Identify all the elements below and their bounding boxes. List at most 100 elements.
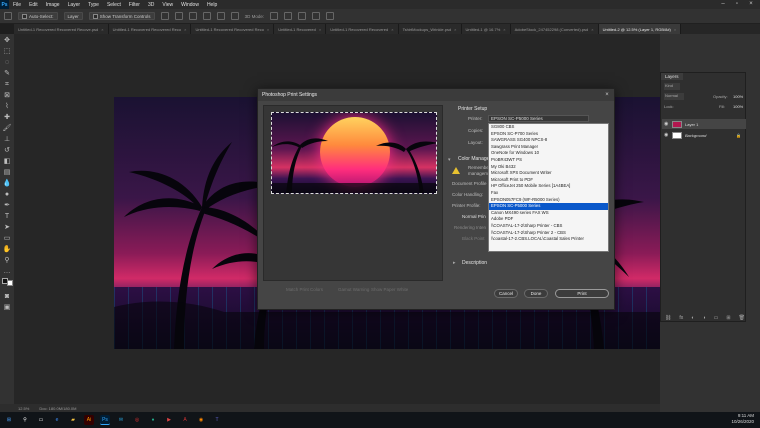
close-icon[interactable]: × — [319, 27, 321, 32]
chrome-icon[interactable]: ◎ — [132, 415, 142, 425]
window-close-icon[interactable]: × — [744, 0, 758, 9]
align-left-icon[interactable] — [160, 12, 169, 20]
printer-option[interactable]: HP OfficeJet 250 Mobile Series [1A4BEA] — [489, 183, 608, 190]
blend-mode-dropdown[interactable]: Normal — [664, 93, 684, 100]
media-icon[interactable]: ▶ — [164, 415, 174, 425]
path-selection-tool-icon[interactable]: ➤ — [2, 223, 12, 232]
illustrator-icon[interactable]: Ai — [84, 415, 94, 425]
doc-tab[interactable]: TshirtMockups_Wrinkle.psd × — [398, 24, 462, 34]
move-tool-icon[interactable]: ✥ — [2, 36, 12, 45]
printer-option[interactable]: \\coastal-17-2.CBS.LOCAL\Coastal Sales P… — [489, 236, 608, 243]
doc-tab[interactable]: Untitled-1 @ 16.7% × — [461, 24, 511, 34]
eyedropper-tool-icon[interactable]: ⌇ — [2, 102, 12, 111]
collapse-chevron-icon[interactable]: ▾ — [448, 157, 451, 163]
eraser-tool-icon[interactable]: ◧ — [2, 157, 12, 166]
3d-rotate-icon[interactable] — [270, 12, 279, 20]
layer-row[interactable]: ◉ Background 🔒 — [662, 130, 746, 140]
align-top-icon[interactable] — [202, 12, 211, 20]
close-icon[interactable]: × — [503, 27, 505, 32]
acrobat-icon[interactable]: A — [180, 415, 190, 425]
color-swatches[interactable] — [1, 278, 13, 290]
doc-tab[interactable]: Untitled-1 Recovered Recovered Recove.ps… — [14, 24, 109, 34]
maximize-icon[interactable]: ▫ — [730, 0, 744, 9]
menu-view[interactable]: View — [158, 2, 177, 8]
printer-option[interactable]: Microsoft Print to PDF — [489, 177, 608, 184]
shape-tool-icon[interactable]: ▭ — [2, 234, 12, 243]
dialog-close-icon[interactable]: × — [602, 89, 612, 101]
quick-select-tool-icon[interactable]: ✎ — [2, 69, 12, 78]
printer-select[interactable]: EPSON SC-P5000 Series — [488, 115, 589, 122]
visibility-eye-icon[interactable]: ◉ — [664, 132, 669, 138]
photoshop-icon[interactable]: Ps — [100, 415, 110, 425]
doc-size[interactable]: Doc: 180.0M/180.0M — [39, 406, 76, 411]
printer-option[interactable]: Fax — [489, 190, 608, 197]
printer-option[interactable]: EPSON057FC9 (WF-R5000 Series) — [489, 197, 608, 204]
3d-roll-icon[interactable] — [284, 12, 293, 20]
menu-file[interactable]: File — [9, 2, 25, 8]
close-icon[interactable]: × — [267, 27, 269, 32]
add-mask-icon[interactable]: ◐ — [691, 315, 694, 321]
close-icon[interactable]: × — [591, 27, 593, 32]
doc-tab-active[interactable]: Untitled-2 @ 12.5% (Layer 1, RGB/8#) × — [598, 24, 682, 34]
printer-option[interactable]: OneNote for Windows 10 — [489, 150, 608, 157]
printer-option[interactable]: EPSON SC-P700 Series — [489, 131, 608, 138]
layers-tab[interactable]: Layers — [661, 73, 683, 80]
match-print-colors-checkbox[interactable]: Match Print Colors — [286, 287, 323, 295]
align-right-icon[interactable] — [188, 12, 197, 20]
doc-tab[interactable]: AdobeStock_247452298 (Converted).psd × — [510, 24, 599, 34]
close-icon[interactable]: × — [184, 27, 186, 32]
show-paper-white-checkbox[interactable]: Show Paper White — [371, 287, 408, 295]
minimize-icon[interactable]: – — [716, 0, 730, 9]
teams-icon[interactable]: T — [212, 415, 222, 425]
printer-option[interactable]: SG800 CBS — [489, 124, 608, 131]
background-color-swatch[interactable] — [6, 280, 13, 286]
mail-icon[interactable]: ✉ — [116, 415, 126, 425]
align-middle-icon[interactable] — [216, 12, 225, 20]
close-icon[interactable]: × — [674, 27, 676, 32]
marquee-tool-icon[interactable]: ⬚ — [2, 47, 12, 56]
type-tool-icon[interactable]: T — [2, 212, 12, 221]
history-brush-tool-icon[interactable]: ↺ — [2, 146, 12, 155]
pen-tool-icon[interactable]: ✒ — [2, 201, 12, 210]
frame-tool-icon[interactable]: ⊠ — [2, 91, 12, 100]
windows-start-icon[interactable]: ⊞ — [4, 415, 14, 425]
done-button[interactable]: Done — [524, 289, 548, 298]
menu-layer[interactable]: Layer — [64, 2, 85, 8]
visibility-eye-icon[interactable]: ◉ — [664, 121, 669, 127]
menu-help[interactable]: Help — [203, 2, 221, 8]
search-icon[interactable]: ⚲ — [20, 415, 30, 425]
3d-pan-icon[interactable] — [298, 12, 307, 20]
cancel-button[interactable]: Cancel — [494, 289, 518, 298]
printer-option[interactable]: My Oki B432 — [489, 164, 608, 171]
dodge-tool-icon[interactable]: ● — [2, 190, 12, 199]
clone-stamp-tool-icon[interactable]: ⊥ — [2, 135, 12, 144]
printer-option[interactable]: Adobe PDF — [489, 216, 608, 223]
menu-filter[interactable]: Filter — [125, 2, 144, 8]
close-icon[interactable]: × — [391, 27, 393, 32]
printer-option[interactable]: Sawgrass Print Manager — [489, 144, 608, 151]
menu-3d[interactable]: 3D — [144, 2, 158, 8]
screen-mode-icon[interactable]: ▣ — [2, 303, 12, 312]
printer-option[interactable]: Microsoft XPS Document Writer — [489, 170, 608, 177]
auto-select-target-dropdown[interactable]: Layer — [63, 12, 83, 20]
new-group-icon[interactable]: ▭ — [714, 315, 719, 321]
task-view-icon[interactable]: ▭ — [36, 415, 46, 425]
gradient-tool-icon[interactable]: ▤ — [2, 168, 12, 177]
photoshop-logo-icon[interactable]: Ps — [0, 0, 9, 9]
menu-window[interactable]: Window — [177, 2, 203, 8]
close-icon[interactable]: × — [454, 27, 456, 32]
adjustment-layer-icon[interactable]: ◑ — [702, 315, 705, 321]
file-explorer-icon[interactable]: ▰ — [68, 415, 78, 425]
print-button[interactable]: Print — [555, 289, 609, 298]
doc-tab[interactable]: Untitled-1 Recovered × — [274, 24, 327, 34]
hand-tool-icon[interactable]: ✋ — [2, 245, 12, 254]
zoom-tool-icon[interactable]: ⚲ — [2, 256, 12, 265]
doc-tab[interactable]: Untitled-1 Recovered Recovered Reco × — [191, 24, 275, 34]
crop-tool-icon[interactable]: ⌗ — [2, 80, 12, 89]
3d-slide-icon[interactable] — [312, 12, 321, 20]
3d-scale-icon[interactable] — [326, 12, 335, 20]
zoom-level[interactable]: 12.5% — [18, 406, 29, 411]
menu-image[interactable]: Image — [42, 2, 64, 8]
fill-value[interactable]: 100% — [733, 104, 743, 109]
menu-select[interactable]: Select — [103, 2, 125, 8]
